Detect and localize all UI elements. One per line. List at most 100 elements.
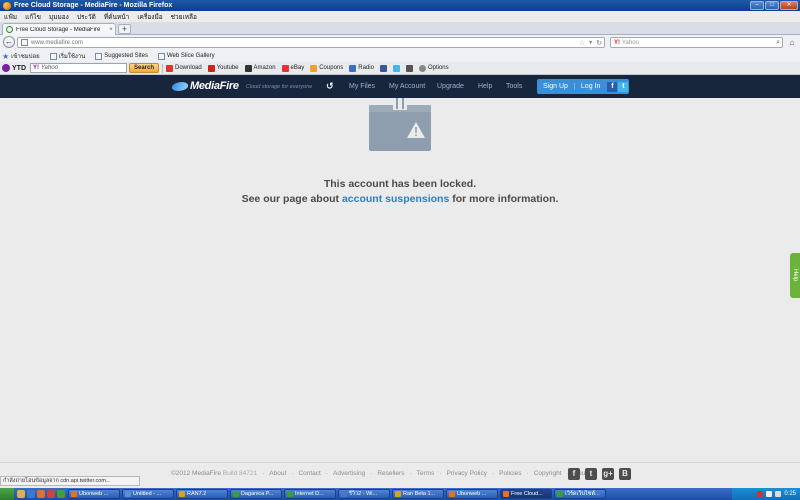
windows-taskbar: Ubonweb ... Untitled - ... RAN7.2 Dagani…: [0, 488, 800, 500]
footer-separator: ·: [439, 470, 442, 477]
bookmark-suggested-sites[interactable]: Suggested Sites: [95, 52, 148, 60]
footer-link-terms[interactable]: Terms: [417, 470, 435, 477]
volume-icon[interactable]: [775, 491, 782, 497]
taskbar-item[interactable]: RAN7.2: [176, 489, 228, 499]
youtube-tool[interactable]: Youtube: [207, 64, 239, 72]
footer-separator: ·: [491, 470, 495, 477]
tab-mediafire[interactable]: Free Cloud Storage - MediaFire ×: [2, 23, 116, 35]
quick-launch-icon[interactable]: [17, 490, 25, 498]
blogger-icon[interactable]: B: [619, 468, 631, 480]
misc-tool[interactable]: [405, 64, 413, 72]
footer-link-advertising[interactable]: Advertising: [333, 470, 365, 477]
footer-links: ©2012 MediaFire Build 84721 · About · Co…: [171, 470, 592, 477]
tab-close-icon[interactable]: ×: [107, 27, 115, 33]
taskbar-item[interactable]: Ubonweb ...: [68, 489, 120, 499]
menu-edit[interactable]: แก้ไข: [25, 12, 41, 22]
search-input[interactable]: Yahoo: [622, 40, 776, 46]
menu-history[interactable]: ประวัติ: [77, 12, 96, 22]
download-tool[interactable]: Download: [166, 64, 202, 72]
taskbar-item-active[interactable]: Free Cloud...: [500, 489, 552, 499]
yahoo-search-button[interactable]: Search: [129, 63, 160, 73]
new-tab-button[interactable]: +: [118, 24, 131, 34]
maximize-button[interactable]: □: [765, 1, 779, 10]
radio-tool[interactable]: Radio: [349, 64, 374, 72]
menu-view[interactable]: มุมมอง: [49, 12, 69, 22]
footer-link-resellers[interactable]: Resellers: [377, 470, 404, 477]
quick-launch-icon[interactable]: [47, 490, 55, 498]
help-side-tab[interactable]: Help: [790, 253, 800, 298]
tray-icon[interactable]: [757, 491, 764, 497]
url-bar[interactable]: www.mediafire.com ☆ ▼ ↻: [17, 37, 605, 48]
search-icon[interactable]: ⌕: [776, 39, 780, 47]
firefox-icon: [503, 491, 509, 497]
twitter-tool[interactable]: [392, 64, 400, 72]
coupons-tool[interactable]: Coupons: [310, 64, 343, 72]
search-bar[interactable]: Y! Yahoo ⌕: [610, 37, 783, 48]
nav-help[interactable]: Help: [478, 83, 492, 90]
bookmark-getting-started[interactable]: เริ่มใช้งาน: [49, 51, 86, 61]
mediafire-logo[interactable]: MediaFire: [170, 80, 239, 92]
tool-label: Options: [427, 65, 449, 71]
account-suspensions-link[interactable]: account suspensions: [342, 193, 449, 205]
footer-link-contact[interactable]: Contact: [298, 470, 320, 477]
yahoo-search-input[interactable]: Y! Yahoo: [30, 63, 127, 73]
nav-my-files[interactable]: My Files: [349, 83, 375, 90]
footer-link-copyright[interactable]: Copyright: [534, 470, 562, 477]
taskbar-item[interactable]: Internet D...: [284, 489, 336, 499]
ebay-tool[interactable]: eBay: [281, 64, 304, 72]
refresh-icon[interactable]: ↺: [326, 81, 334, 92]
footer-link-about[interactable]: About: [269, 470, 286, 477]
site-identity-icon[interactable]: [21, 39, 28, 46]
facebook-login-icon[interactable]: f: [607, 81, 618, 92]
twitter-login-icon[interactable]: t: [618, 81, 629, 92]
url-dropdown-icon[interactable]: ▼: [588, 40, 593, 46]
bookmark-most-visited[interactable]: ★ เข้าชมบ่อย: [2, 51, 40, 61]
facebook-icon[interactable]: f: [568, 468, 580, 480]
minimize-button[interactable]: –: [750, 1, 764, 10]
bookmark-web-slice-gallery[interactable]: Web Slice Gallery: [158, 52, 215, 60]
bookmark-label: เริ่มใช้งาน: [58, 54, 86, 60]
taskbar-item[interactable]: รีวิว2 - Wi...: [338, 489, 390, 499]
twitter-icon[interactable]: t: [585, 468, 597, 480]
quick-launch-icon[interactable]: [27, 490, 35, 498]
reload-icon[interactable]: ↻: [596, 39, 602, 47]
yahoo-engine-icon[interactable]: Y!: [614, 40, 620, 46]
taskbar-item[interactable]: เวิร์ดเว็บไซต์...: [554, 489, 606, 499]
firefox-icon: [3, 1, 11, 10]
menu-file[interactable]: แฟ้ม: [4, 12, 17, 22]
url-text[interactable]: www.mediafire.com: [31, 40, 579, 46]
nav-upgrade[interactable]: Upgrade: [437, 83, 464, 90]
taskbar-item[interactable]: Ran Beta 1...: [392, 489, 444, 499]
quick-launch-icon[interactable]: [37, 490, 45, 498]
main-content: This account has been locked. See our pa…: [0, 98, 800, 462]
nav-tools[interactable]: Tools: [506, 83, 522, 90]
menu-tools[interactable]: เครื่องมือ: [137, 12, 162, 22]
start-button[interactable]: [0, 488, 14, 500]
amazon-tool[interactable]: Amazon: [244, 64, 276, 72]
app-icon: [449, 491, 455, 497]
page-icon: [95, 52, 103, 60]
tray-icon[interactable]: [766, 491, 773, 497]
yahoo-search-value[interactable]: Yahoo: [41, 65, 58, 71]
quick-launch-icon[interactable]: [57, 490, 65, 498]
info-suffix: for more information.: [449, 193, 559, 205]
ytd-button[interactable]: YTD: [2, 64, 26, 72]
taskbar-item[interactable]: Daganica P...: [230, 489, 282, 499]
taskbar-item[interactable]: Ubonweb ...: [446, 489, 498, 499]
menu-help[interactable]: ช่วยเหลือ: [171, 12, 197, 22]
close-button[interactable]: ✕: [780, 1, 798, 10]
google-plus-icon[interactable]: g+: [602, 468, 614, 480]
log-in-button[interactable]: Log In: [573, 83, 606, 90]
home-icon[interactable]: ⌂: [787, 37, 797, 48]
footer-link-policies[interactable]: Policies: [499, 470, 521, 477]
nav-my-account[interactable]: My Account: [389, 83, 425, 90]
taskbar-item[interactable]: Untitled - ...: [122, 489, 174, 499]
options-tool[interactable]: Options: [418, 64, 449, 72]
footer-link-privacy-policy[interactable]: Privacy Policy: [447, 470, 487, 477]
sign-up-button[interactable]: Sign Up: [537, 83, 574, 90]
back-button[interactable]: ←: [3, 36, 15, 48]
bookmark-star-icon[interactable]: ☆: [579, 39, 585, 47]
clock[interactable]: 0:25: [784, 491, 796, 497]
facebook-tool[interactable]: [379, 64, 387, 72]
menu-bookmarks[interactable]: ที่คั่นหน้า: [104, 12, 129, 22]
